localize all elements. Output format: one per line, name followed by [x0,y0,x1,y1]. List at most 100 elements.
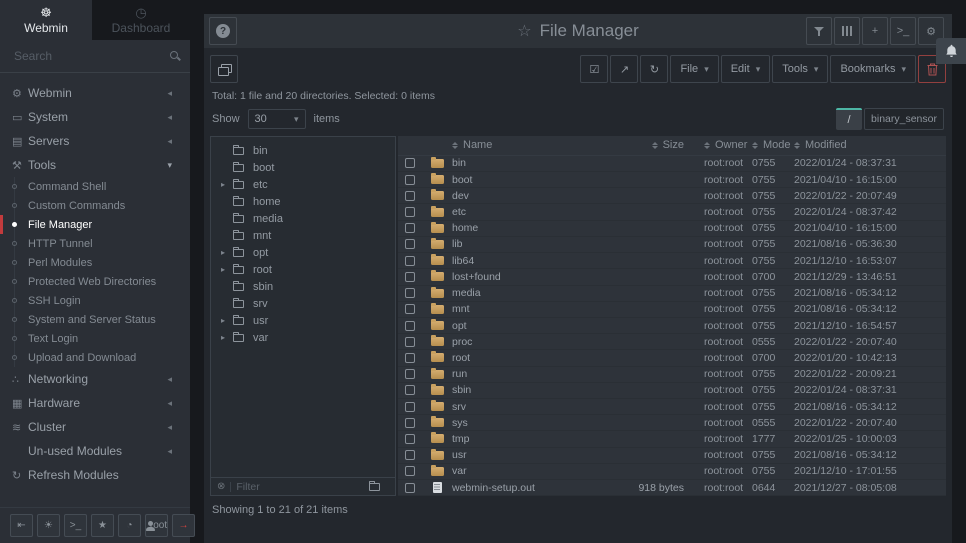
file-name[interactable]: bin [452,157,590,169]
file-name[interactable]: lib [452,238,590,250]
select-all-button[interactable]: ☑ [580,55,608,83]
sidebar-item[interactable]: ∴ Networking ◂ [0,367,190,391]
table-row[interactable]: webmin-setup.out 918 bytes root:root 064… [398,480,946,496]
favorites-button[interactable]: ★ [91,514,114,537]
breadcrumb-path[interactable]: binary_sensor [864,108,944,130]
row-checkbox[interactable] [405,288,415,298]
search-icon[interactable] [169,50,181,62]
sidebar-item[interactable]: System and Server Status [0,310,190,329]
row-checkbox[interactable] [405,483,415,493]
row-checkbox[interactable] [405,175,415,185]
export-button[interactable]: ↗ [610,55,638,83]
folder-icon[interactable] [369,483,380,491]
sidebar-item[interactable]: HTTP Tunnel [0,234,190,253]
caret-right-icon[interactable]: ▸ [221,248,233,257]
sidebar-item[interactable]: ▭ System ◂ [0,105,190,129]
tools-menu-button[interactable]: Tools ▾ [772,55,828,83]
sidebar-item[interactable]: Custom Commands [0,196,190,215]
file-name[interactable]: sbin [452,384,590,396]
tree-item[interactable]: ▸ srv [211,295,395,312]
file-menu-button[interactable]: File ▾ [670,55,718,83]
tree-item[interactable]: ▸ usr [211,312,395,329]
row-checkbox[interactable] [405,158,415,168]
add-button[interactable]: + [862,17,888,45]
table-row[interactable]: lib root:root 0755 2021/08/16 - 05:36:30 [398,237,946,253]
tree-item[interactable]: ▸ media [211,210,395,227]
clear-icon[interactable]: ⊗ [217,481,225,492]
table-row[interactable]: sbin root:root 0755 2022/01/24 - 08:37:3… [398,383,946,399]
table-row[interactable]: root root:root 0700 2022/01/20 - 10:42:1… [398,350,946,366]
collapse-sidebar-button[interactable]: ⇤ [10,514,33,537]
table-row[interactable]: bin root:root 0755 2022/01/24 - 08:37:31 [398,156,946,172]
file-name[interactable]: mnt [452,303,590,315]
row-checkbox[interactable] [405,191,415,201]
columns-button[interactable] [834,17,860,45]
row-checkbox[interactable] [405,353,415,363]
row-checkbox[interactable] [405,321,415,331]
file-name[interactable]: srv [452,401,590,413]
tree-filter-input[interactable] [236,481,364,493]
sidebar-item[interactable]: Command Shell [0,177,190,196]
table-row[interactable]: media root:root 0755 2021/08/16 - 05:34:… [398,286,946,302]
tab-webmin[interactable]: ☸ Webmin [0,0,92,40]
file-name[interactable]: run [452,368,590,380]
table-row[interactable]: dev root:root 0755 2022/01/22 - 20:07:49 [398,188,946,204]
logout-button[interactable]: → [172,514,195,537]
row-checkbox[interactable] [405,418,415,428]
column-header-name[interactable]: Name [452,139,590,151]
tree-item[interactable]: ▸ sbin [211,278,395,295]
row-checkbox[interactable] [405,466,415,476]
sidebar-item[interactable]: Upload and Download [0,348,190,367]
bookmarks-menu-button[interactable]: Bookmarks ▾ [830,55,916,83]
paste-buffer-button[interactable] [210,55,238,83]
file-name[interactable]: boot [452,174,590,186]
row-checkbox[interactable] [405,239,415,249]
table-row[interactable]: boot root:root 0755 2021/04/10 - 16:15:0… [398,172,946,188]
shell-button[interactable]: >_ [890,17,916,45]
file-name[interactable]: lib64 [452,255,590,267]
theme-toggle-button[interactable]: ☀ [37,514,60,537]
sidebar-item[interactable]: Protected Web Directories [0,272,190,291]
tree-item[interactable]: ▸ opt [211,244,395,261]
sidebar-item[interactable]: SSH Login [0,291,190,310]
tree-item[interactable]: ▸ bin [211,142,395,159]
file-name[interactable]: opt [452,320,590,332]
show-items-select[interactable]: 30 ▾ [248,109,306,129]
file-name[interactable]: proc [452,336,590,348]
refresh-button[interactable]: ↻ [640,55,668,83]
column-header-modified[interactable]: Modified [790,139,946,151]
table-row[interactable]: run root:root 0755 2022/01/22 - 20:09:21 [398,367,946,383]
file-name[interactable]: usr [452,449,590,461]
row-checkbox[interactable] [405,337,415,347]
table-row[interactable]: home root:root 0755 2021/04/10 - 16:15:0… [398,221,946,237]
row-checkbox[interactable] [405,369,415,379]
row-checkbox[interactable] [405,385,415,395]
table-row[interactable]: opt root:root 0755 2021/12/10 - 16:54:57 [398,318,946,334]
file-name[interactable]: etc [452,206,590,218]
table-row[interactable]: srv root:root 0755 2021/08/16 - 05:34:12 [398,399,946,415]
sidebar-item[interactable]: Un-used Modules ◂ [0,439,190,463]
column-header-size[interactable]: Size [590,139,690,151]
user-button[interactable]: root [145,514,168,537]
tree-item[interactable]: ▸ etc [211,176,395,193]
sidebar-item[interactable]: Text Login [0,329,190,348]
row-checkbox[interactable] [405,402,415,412]
sidebar-item[interactable]: ▤ Servers ◂ [0,129,190,153]
file-name[interactable]: home [452,222,590,234]
row-checkbox[interactable] [405,256,415,266]
terminal-button[interactable]: >_ [64,514,87,537]
tree-item[interactable]: ▸ home [211,193,395,210]
caret-right-icon[interactable]: ▸ [221,265,233,274]
sidebar-item[interactable]: ⚒ Tools ▾ [0,153,190,177]
sidebar-item[interactable]: ≋ Cluster ◂ [0,415,190,439]
tree-item[interactable]: ▸ boot [211,159,395,176]
table-row[interactable]: lib64 root:root 0755 2021/12/10 - 16:53:… [398,253,946,269]
file-name[interactable]: webmin-setup.out [452,482,590,494]
notifications-tab[interactable] [936,38,966,64]
file-name[interactable]: dev [452,190,590,202]
file-name[interactable]: tmp [452,433,590,445]
tree-item[interactable]: ▸ mnt [211,227,395,244]
table-row[interactable]: sys root:root 0555 2022/01/22 - 20:07:40 [398,415,946,431]
caret-right-icon[interactable]: ▸ [221,180,233,189]
column-header-mode[interactable]: Mode [748,139,790,151]
